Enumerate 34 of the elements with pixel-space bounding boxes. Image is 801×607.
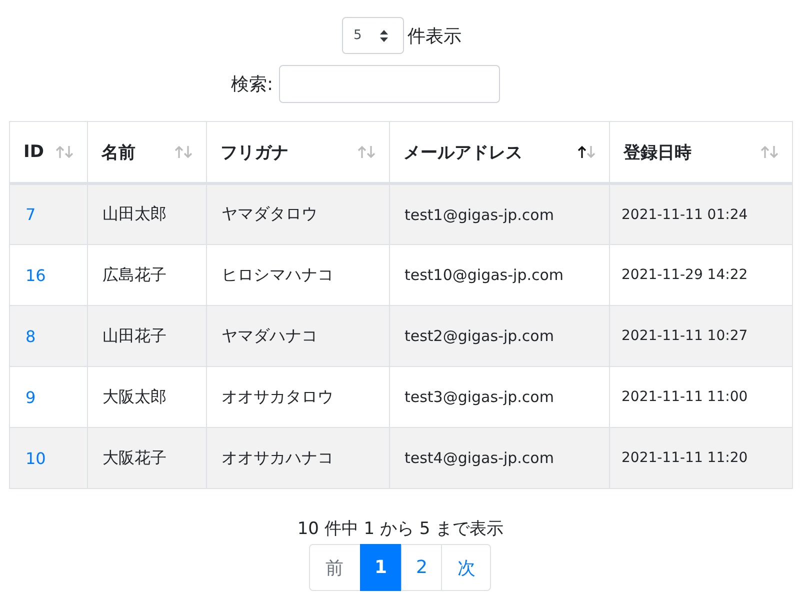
- table-cell: 広島花子: [102, 264, 166, 284]
- page-button[interactable]: 2: [401, 544, 442, 591]
- id-link[interactable]: 10: [26, 448, 46, 468]
- table-cell: 山田花子: [102, 326, 166, 344]
- up-down-caret-icon: [378, 28, 388, 42]
- table-cell: 2021-11-29 14:22: [622, 267, 748, 283]
- table-cell: test4@gigas-jp.com: [404, 449, 554, 467]
- table-cell: 2021-11-11 11:20: [622, 450, 748, 466]
- table-cell: ヤマダタロウ: [222, 204, 318, 223]
- page-size-label: 件表示: [408, 24, 462, 48]
- table-cell: オオサカハナコ: [222, 448, 334, 466]
- table-info: 10 件中 1 から 5 まで表示: [297, 518, 504, 540]
- id-link[interactable]: 7: [26, 205, 36, 224]
- table-cell: 山田太郎: [102, 204, 166, 223]
- search-field[interactable]: [279, 65, 500, 103]
- search-label: 検索:: [230, 73, 274, 96]
- table-cell: 2021-11-11 01:24: [622, 206, 748, 222]
- table-cell: オオサカタロウ: [222, 386, 334, 406]
- page-size-select[interactable]: 5: [342, 17, 404, 54]
- table-cell: test10@gigas-jp.com: [404, 266, 564, 284]
- table-cell: test3@gigas-jp.com: [404, 388, 554, 406]
- page-button[interactable]: 1: [360, 544, 402, 591]
- page-button[interactable]: 次: [441, 544, 492, 591]
- table-cell: test2@gigas-jp.com: [404, 327, 554, 345]
- table-cell: ヒロシマハナコ: [222, 264, 334, 284]
- id-link[interactable]: 8: [26, 326, 36, 346]
- table-cell: 2021-11-11 10:27: [622, 328, 748, 344]
- table-cell: test1@gigas-jp.com: [404, 206, 554, 224]
- table-cell: 大阪花子: [102, 448, 166, 466]
- table-cell: 大阪太郎: [102, 386, 166, 406]
- id-link[interactable]: 9: [26, 388, 36, 406]
- table-cell: ヤマダハナコ: [222, 326, 318, 344]
- id-link[interactable]: 16: [26, 266, 46, 284]
- table-cell: 2021-11-11 11:00: [622, 389, 748, 405]
